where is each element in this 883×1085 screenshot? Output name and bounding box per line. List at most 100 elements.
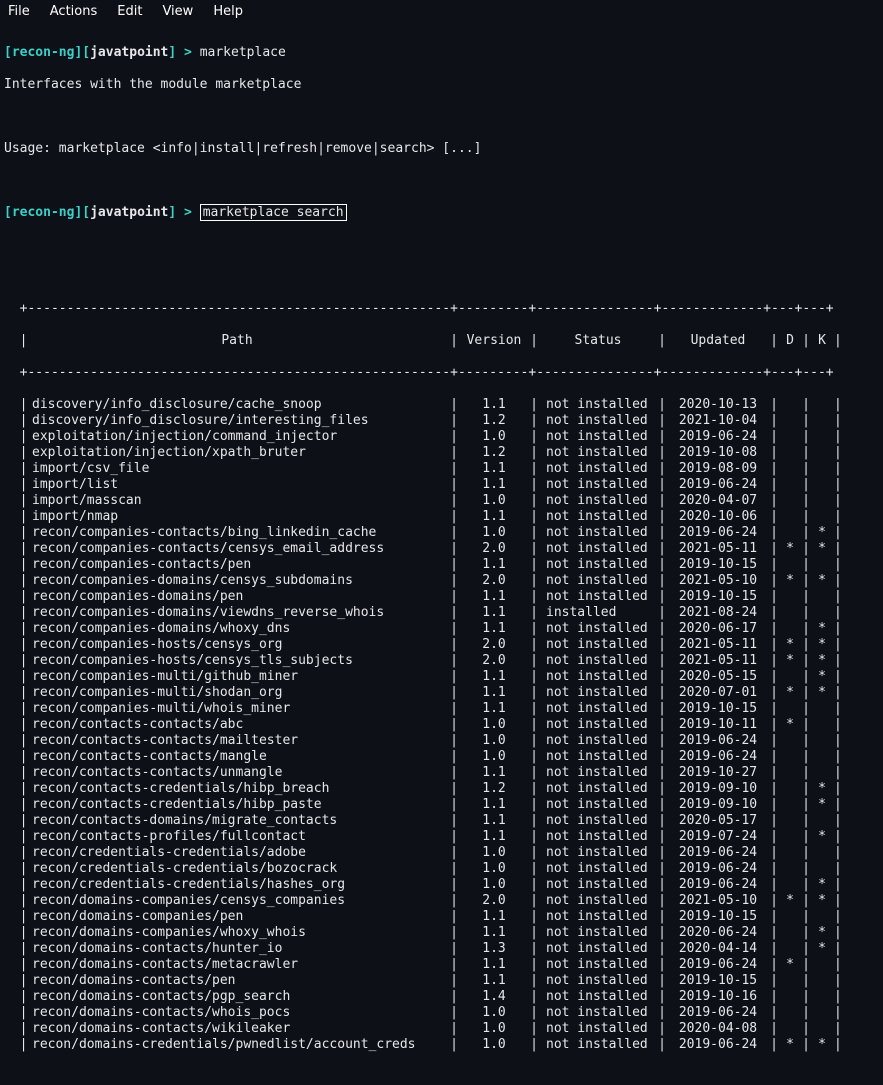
cell-path: recon/companies-hosts/censys_org [24, 637, 450, 653]
cell-k: * [810, 669, 834, 685]
table-row: recon/domains-companies/censys_companies… [4, 893, 879, 909]
marketplace-usage: Usage: marketplace <info|install|refresh… [4, 141, 879, 157]
cell-path: recon/domains-companies/whoxy_whois [24, 925, 450, 941]
cell-k: * [810, 925, 834, 941]
cell-status: not installed [538, 909, 658, 925]
menu-file[interactable]: File [8, 4, 30, 20]
cell-path: recon/companies-hosts/censys_tls_subject… [24, 653, 450, 669]
cell-k [810, 509, 834, 525]
table-row: recon/credentials-credentials/bozocrack1… [4, 861, 879, 877]
cell-path: recon/companies-domains/censys_subdomain… [24, 573, 450, 589]
cell-path: recon/domains-credentials/pwnedlist/acco… [24, 1037, 450, 1053]
cell-k: * [810, 781, 834, 797]
menu-help[interactable]: Help [213, 4, 243, 20]
cell-version: 1.2 [458, 445, 530, 461]
cell-status: not installed [538, 509, 658, 525]
cell-d [778, 509, 802, 525]
cell-updated: 2021-05-11 [666, 653, 770, 669]
cell-k: * [810, 637, 834, 653]
cell-path: recon/domains-contacts/pgp_search [24, 989, 450, 1005]
terminal-output[interactable]: [recon-ng][javatpoint] > marketplace Int… [0, 27, 883, 1085]
cell-status: not installed [538, 829, 658, 845]
cell-updated: 2020-06-17 [666, 621, 770, 637]
cell-d [778, 589, 802, 605]
table-row: recon/companies-domains/viewdns_reverse_… [4, 605, 879, 621]
cell-updated: 2019-09-10 [666, 797, 770, 813]
table-row: recon/domains-contacts/pen1.1not install… [4, 973, 879, 989]
cell-k: * [810, 621, 834, 637]
cell-updated: 2021-05-11 [666, 637, 770, 653]
cell-status: not installed [538, 685, 658, 701]
cell-updated: 2019-06-24 [666, 845, 770, 861]
cell-d: * [778, 541, 802, 557]
entered-command-1: marketplace [200, 45, 286, 60]
cell-path: recon/companies-domains/viewdns_reverse_… [24, 605, 450, 621]
menu-edit[interactable]: Edit [117, 4, 142, 20]
cell-path: recon/contacts-contacts/mailtester [24, 733, 450, 749]
marketplace-desc: Interfaces with the module marketplace [4, 77, 879, 93]
cell-path: recon/domains-contacts/metacrawler [24, 957, 450, 973]
table-row: import/list1.1not installed2019-06-24 [4, 477, 879, 493]
table-row: recon/contacts-credentials/hibp_paste1.1… [4, 797, 879, 813]
col-hdr-updated: Updated [666, 333, 770, 349]
menu-actions[interactable]: Actions [50, 4, 98, 20]
table-row: discovery/info_disclosure/interesting_fi… [4, 413, 879, 429]
cell-updated: 2019-06-24 [666, 1005, 770, 1021]
cell-k [810, 989, 834, 1005]
table-row: recon/companies-contacts/bing_linkedin_c… [4, 525, 879, 541]
cell-updated: 2019-06-24 [666, 733, 770, 749]
cell-updated: 2019-10-15 [666, 973, 770, 989]
cell-status: not installed [538, 445, 658, 461]
table-row: recon/companies-domains/pen1.1not instal… [4, 589, 879, 605]
cell-status: not installed [538, 637, 658, 653]
table-row: recon/companies-contacts/pen1.1not insta… [4, 557, 879, 573]
cell-path: recon/companies-multi/github_miner [24, 669, 450, 685]
cell-status: not installed [538, 781, 658, 797]
cell-path: exploitation/injection/xpath_bruter [24, 445, 450, 461]
table-row: recon/companies-domains/whoxy_dns1.1not … [4, 621, 879, 637]
cell-version: 1.1 [458, 461, 530, 477]
cell-version: 1.1 [458, 685, 530, 701]
cell-status: not installed [538, 461, 658, 477]
cell-path: recon/companies-contacts/pen [24, 557, 450, 573]
cell-status: not installed [538, 941, 658, 957]
cell-updated: 2019-06-24 [666, 957, 770, 973]
cell-path: recon/domains-contacts/whois_pocs [24, 1005, 450, 1021]
cell-updated: 2021-05-11 [666, 541, 770, 557]
cell-d [778, 765, 802, 781]
cell-d [778, 861, 802, 877]
table-row: recon/credentials-credentials/adobe1.0no… [4, 845, 879, 861]
cell-updated: 2020-07-01 [666, 685, 770, 701]
cell-d [778, 829, 802, 845]
table-border-top: +---------------------------------------… [4, 301, 879, 317]
cell-updated: 2019-06-24 [666, 429, 770, 445]
cell-version: 1.1 [458, 509, 530, 525]
cell-k [810, 765, 834, 781]
cell-version: 1.1 [458, 397, 530, 413]
cell-version: 1.0 [458, 845, 530, 861]
cell-version: 1.0 [458, 429, 530, 445]
cell-status: not installed [538, 749, 658, 765]
cell-updated: 2019-06-24 [666, 877, 770, 893]
cell-d [778, 557, 802, 573]
table-row: recon/contacts-contacts/mangle1.0not ins… [4, 749, 879, 765]
cell-d [778, 413, 802, 429]
table-header-row: Path Version Status Updated D K [4, 333, 879, 349]
cell-d [778, 493, 802, 509]
cell-path: discovery/info_disclosure/cache_snoop [24, 397, 450, 413]
table-row: recon/domains-companies/whoxy_whois1.1no… [4, 925, 879, 941]
menu-view[interactable]: View [162, 4, 193, 20]
table-row: recon/companies-domains/censys_subdomain… [4, 573, 879, 589]
cell-k [810, 909, 834, 925]
cell-updated: 2019-10-15 [666, 589, 770, 605]
cell-status: not installed [538, 989, 658, 1005]
menubar: File Actions Edit View Help [0, 0, 883, 27]
cell-k: * [810, 685, 834, 701]
cell-status: not installed [538, 669, 658, 685]
results-table: +---------------------------------------… [4, 285, 879, 1069]
cell-k [810, 701, 834, 717]
cell-d [778, 909, 802, 925]
cell-version: 1.2 [458, 781, 530, 797]
table-row: recon/credentials-credentials/hashes_org… [4, 877, 879, 893]
cell-version: 1.0 [458, 877, 530, 893]
